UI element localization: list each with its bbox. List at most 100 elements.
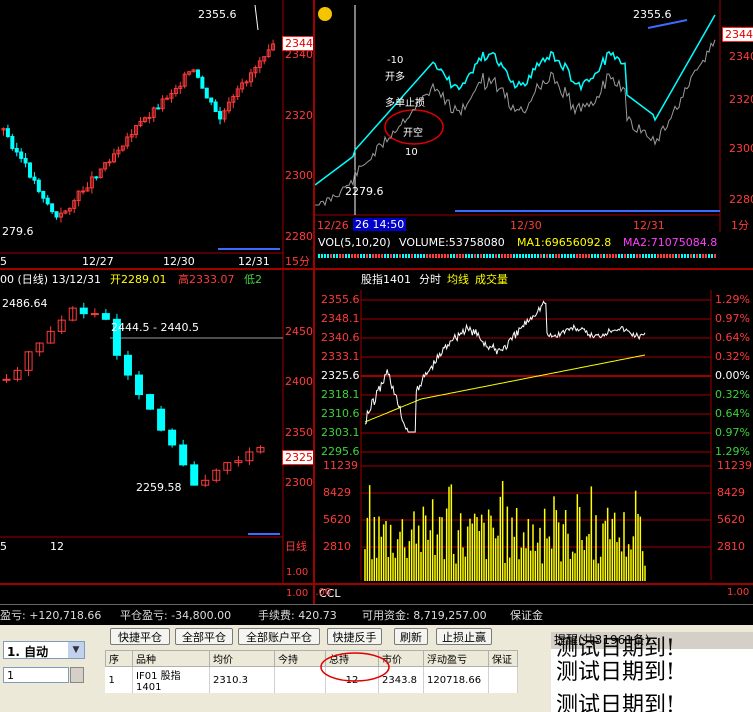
quantity-stepper[interactable] [70, 667, 84, 683]
col-header[interactable]: 品种 [132, 650, 210, 667]
col-header[interactable]: 保证 [488, 650, 518, 667]
volume-bar [576, 254, 578, 258]
axis-label: 2280 [729, 193, 753, 206]
volume-bar [447, 254, 449, 258]
close-all-button[interactable]: 全部平仓 [175, 628, 233, 645]
intraday-mode: 分时 [419, 273, 441, 286]
cell: 1 [105, 666, 133, 693]
volume-bar [492, 254, 494, 258]
alert-popup[interactable]: 提醒(共31961条) 测试日期到! 测试日期到! 测试日期到! [551, 632, 753, 712]
volume-label: 成交量 [475, 273, 508, 286]
period-label: 1分 [731, 219, 749, 232]
volume-bar [702, 254, 704, 258]
quantity-input[interactable]: 1 [3, 667, 69, 683]
alert-message: 测试日期到! [556, 660, 675, 685]
average-price-line [364, 354, 646, 423]
refresh-button[interactable]: 刷新 [394, 628, 428, 645]
volume-axis-label: 11239 [323, 459, 358, 472]
chart-intraday-panel[interactable]: 股指1401 分时 均线 成交量 2355.6 2348.1 2340.6 2333.… [315, 270, 753, 583]
trend-line [647, 19, 688, 29]
axis-label: 2450 [285, 325, 313, 338]
price-axis-label: 2295.6 [321, 445, 360, 458]
volume-bar [342, 254, 344, 258]
volume-bar [462, 254, 464, 258]
volume-bar [609, 254, 611, 258]
chevron-down-icon[interactable]: ▼ [68, 642, 84, 658]
chart-15min-panel[interactable]: 2355.6 279.6 2344 2340 2320 2300 2280 5 … [0, 0, 313, 268]
axis-label: 1.00 [286, 567, 309, 578]
col-header[interactable]: 序 [105, 650, 133, 667]
volume-bar [396, 254, 398, 258]
axis-label: 2350 [285, 426, 313, 439]
candle [195, 69, 200, 79]
axis-label: 2300 [729, 142, 753, 155]
volume-indicator-bar: VOL(5,10,20) VOLUME:53758080 MA1:6965609… [315, 232, 753, 268]
chart-15min-candles [0, 0, 284, 268]
volume-bar [591, 254, 593, 258]
volume-axis-label: 5620 [717, 513, 745, 526]
volume-value: VOLUME:53758080 [399, 236, 505, 249]
low-price-label: 2259.58 [136, 481, 182, 494]
candle [50, 203, 55, 214]
candle [245, 447, 254, 466]
candle [41, 190, 46, 203]
candle [23, 153, 28, 168]
col-header[interactable]: 均价 [209, 650, 275, 667]
candle [147, 112, 152, 124]
volume-bar [606, 254, 608, 258]
candle [58, 207, 63, 223]
volume-bar [402, 254, 404, 258]
candle [223, 461, 232, 475]
stop-loss-button[interactable]: 止损止赢 [436, 628, 492, 645]
daily-high: 高2333.07 [178, 273, 235, 286]
volume-bar [534, 254, 536, 258]
volume-bar [324, 254, 326, 258]
quick-reverse-button[interactable]: 快捷反手 [327, 628, 382, 645]
candle [19, 148, 24, 163]
volume-bar [333, 254, 335, 258]
percent-axis-label: 1.29% [715, 293, 750, 306]
volume-bar [339, 254, 341, 258]
close-all-accounts-button[interactable]: 全部账户平仓 [238, 628, 320, 645]
account-status-bar: 盈亏: +120,718.66 平仓盈亏: -34,800.00 手续费: 42… [0, 604, 753, 625]
daily-header: 00 (日线) 13/12/31 [0, 273, 101, 286]
candle [235, 85, 240, 100]
price-axis-label: 2318.1 [321, 388, 360, 401]
ccl-panel[interactable]: CCL 1.00 1.00 [315, 583, 753, 606]
candle [123, 350, 132, 380]
volume-bar [654, 254, 656, 258]
candle [10, 133, 15, 151]
candle [32, 172, 37, 184]
period-label: 15分 [285, 255, 310, 268]
candle [256, 445, 265, 454]
date-label: 12/30 [510, 219, 542, 232]
cell: IF01 股指1401 [132, 666, 210, 693]
volume-bar [378, 254, 380, 258]
candle [2, 373, 11, 384]
quantity-value: 1 [7, 669, 14, 682]
candle [120, 145, 125, 152]
volume-bar [684, 254, 686, 258]
candle [271, 39, 276, 52]
candle [165, 95, 170, 101]
candle [46, 326, 55, 344]
volume-bar [360, 254, 362, 258]
volume-bar [432, 254, 434, 258]
candle [204, 87, 209, 99]
percent-axis-label: 0.97% [715, 312, 750, 325]
volume-bar [573, 254, 575, 258]
price-axis-label: 2303.1 [321, 426, 360, 439]
volume-bar [558, 254, 560, 258]
percent-axis-label: 0.00% [715, 369, 750, 382]
chart-1min-panel[interactable]: 2355.6 2279.6 2344 2340 2320 2300 2280 -… [315, 0, 753, 232]
volume-bar [519, 254, 521, 258]
quick-close-button[interactable]: 快捷平仓 [110, 628, 170, 645]
date-label: 12/30 [163, 255, 195, 268]
smiley-icon[interactable] [318, 7, 332, 21]
volume-bar [579, 254, 581, 258]
table-row[interactable]: 1 IF01 股指1401 2310.3 12 2343.8 120718.66 [105, 666, 518, 693]
candle [103, 162, 108, 172]
chart-daily-panel[interactable]: 00 (日线) 13/12/31 开2289.01 高2333.07 低2 24… [0, 270, 313, 583]
mode-select[interactable]: 1. 自动 ▼ [3, 641, 85, 659]
high-price-label: 2486.64 [2, 297, 48, 310]
